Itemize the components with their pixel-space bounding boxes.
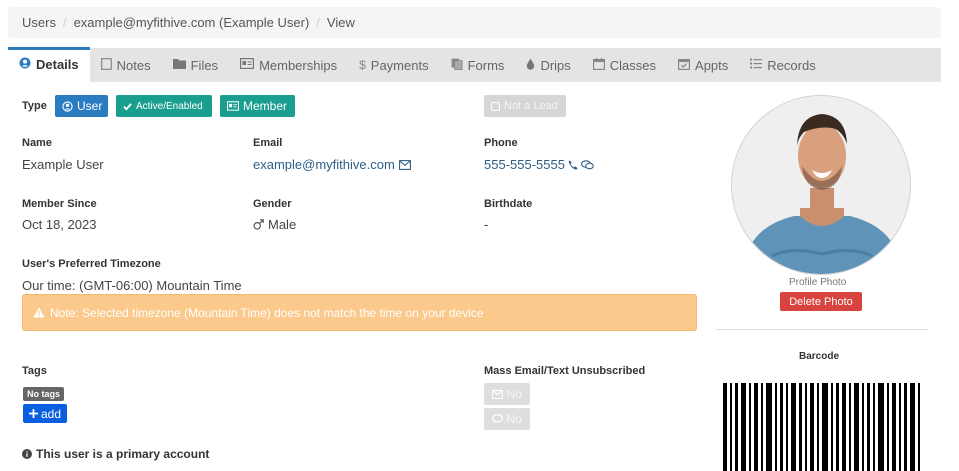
text-unsubscribe-toggle[interactable]: No bbox=[484, 408, 530, 430]
breadcrumb-separator: / bbox=[62, 15, 67, 30]
gender-label: Gender bbox=[253, 198, 292, 210]
email-link[interactable]: example@myfithive.com bbox=[253, 157, 411, 172]
breadcrumb-separator: / bbox=[316, 15, 320, 30]
member-since-value: Oct 18, 2023 bbox=[22, 217, 97, 232]
delete-photo-button[interactable]: Delete Photo bbox=[780, 292, 862, 311]
phone-icon[interactable] bbox=[568, 160, 578, 170]
phone-link[interactable]: 555-555-5555 bbox=[484, 157, 594, 172]
birthdate-label: Birthdate bbox=[484, 198, 533, 210]
lead-status-badge[interactable]: Not a Lead bbox=[484, 95, 566, 117]
square-icon bbox=[491, 101, 500, 111]
email-label: Email bbox=[253, 137, 283, 149]
phone-label: Phone bbox=[484, 137, 518, 149]
type-label: Type bbox=[22, 100, 47, 112]
warning-icon bbox=[33, 307, 45, 318]
member-badge[interactable]: Member bbox=[220, 95, 295, 117]
tab-details[interactable]: Details bbox=[8, 47, 90, 82]
divider bbox=[716, 329, 928, 330]
list-icon bbox=[750, 58, 763, 72]
tab-appts[interactable]: Appts bbox=[667, 48, 739, 82]
envelope-icon bbox=[492, 389, 504, 399]
info-icon bbox=[22, 449, 32, 459]
calendar-icon bbox=[592, 57, 605, 73]
breadcrumb-user[interactable]: example@myfithive.com (Example User) bbox=[74, 15, 310, 30]
note-icon bbox=[100, 57, 112, 73]
check-icon bbox=[123, 102, 132, 111]
comment-icon bbox=[492, 414, 504, 424]
tab-records[interactable]: Records bbox=[739, 48, 826, 82]
tags-label: Tags bbox=[22, 365, 47, 377]
user-circle-icon bbox=[19, 57, 31, 72]
id-card-icon bbox=[227, 101, 239, 111]
add-tag-button[interactable]: add bbox=[23, 404, 67, 423]
tab-files[interactable]: Files bbox=[162, 48, 229, 82]
active-status-badge[interactable]: Active/Enabled bbox=[116, 95, 212, 117]
breadcrumb-current: View bbox=[326, 15, 355, 30]
profile-photo[interactable] bbox=[731, 95, 911, 275]
calendar-check-icon bbox=[678, 58, 691, 73]
tab-classes[interactable]: Classes bbox=[582, 48, 667, 82]
folder-icon bbox=[172, 58, 186, 72]
drop-icon bbox=[526, 58, 535, 73]
timezone-label: User's Preferred Timezone bbox=[22, 258, 161, 270]
name-value: Example User bbox=[22, 157, 104, 172]
timezone-value: Our time: (GMT-06:00) Mountain Time bbox=[22, 278, 242, 293]
plus-icon bbox=[28, 409, 38, 418]
user-circle-icon bbox=[62, 100, 73, 112]
profile-photo-caption: Profile Photo bbox=[789, 277, 847, 288]
tab-forms[interactable]: Forms bbox=[440, 48, 516, 82]
member-since-label: Member Since bbox=[22, 198, 97, 210]
chat-icon[interactable] bbox=[581, 159, 594, 170]
timezone-warning: Note: Selected timezone (Mountain Time) … bbox=[22, 294, 697, 331]
tab-bar: Details Notes Files Memberships $ Paymen… bbox=[8, 47, 941, 82]
unsubscribed-label: Mass Email/Text Unsubscribed bbox=[484, 365, 646, 377]
gender-value: Male bbox=[253, 217, 296, 232]
id-card-icon bbox=[240, 58, 255, 72]
barcode-image bbox=[723, 383, 920, 471]
person-photo-icon bbox=[732, 96, 910, 274]
primary-account-note: This user is a primary account bbox=[22, 447, 209, 461]
tab-memberships[interactable]: Memberships bbox=[229, 48, 348, 82]
name-label: Name bbox=[22, 137, 52, 149]
email-unsubscribe-toggle[interactable]: No bbox=[484, 383, 530, 405]
no-tags-badge: No tags bbox=[23, 387, 65, 401]
male-icon bbox=[253, 219, 264, 230]
tab-drips[interactable]: Drips bbox=[515, 48, 581, 82]
tab-payments[interactable]: $ Payments bbox=[348, 48, 440, 82]
breadcrumb: Users / example@myfithive.com (Example U… bbox=[8, 7, 941, 38]
barcode-label: Barcode bbox=[799, 351, 840, 362]
tab-notes[interactable]: Notes bbox=[90, 48, 162, 82]
dollar-icon: $ bbox=[359, 58, 366, 72]
breadcrumb-users[interactable]: Users bbox=[22, 15, 56, 30]
forms-icon bbox=[451, 58, 463, 73]
user-type-badge[interactable]: User bbox=[55, 95, 108, 117]
envelope-icon[interactable] bbox=[398, 159, 411, 170]
birthdate-value: - bbox=[484, 217, 489, 232]
